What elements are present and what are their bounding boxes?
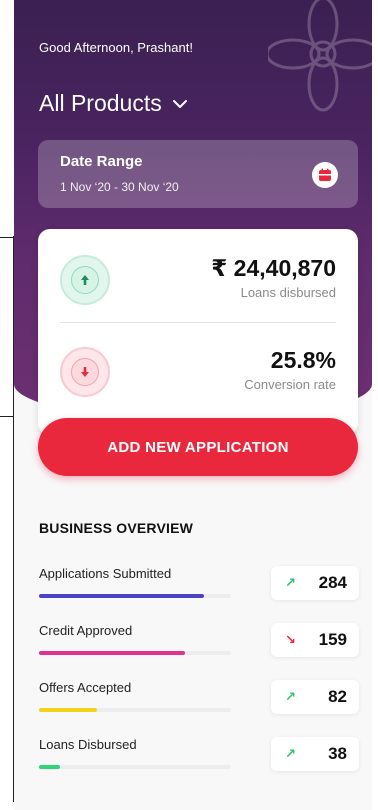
progress-track [39,651,231,655]
overview-row-applications-submitted[interactable]: Applications Submitted ↗ 284 [39,566,359,610]
overview-row-offers-accepted[interactable]: Offers Accepted ↗ 82 [39,680,359,724]
arrow-up-icon [81,275,89,285]
calendar-icon [319,168,331,181]
business-overview-title: BUSINESS OVERVIEW [39,520,194,536]
count-value: 82 [328,687,347,706]
overview-row-loans-disbursed[interactable]: Loans Disbursed ↗ 38 [39,737,359,781]
phone-screen: Good Afternoon, Prashant! All Products D… [14,0,372,810]
count-badge: ↘ 159 [271,623,359,657]
trend-arrow-icon: ↘ [285,632,296,647]
stat-conversion-rate: 25.8% Conversion rate [38,335,358,415]
overview-row-credit-approved[interactable]: Credit Approved ↘ 159 [39,623,359,667]
overview-item-name: Loans Disbursed [39,737,137,752]
overview-item-name: Offers Accepted [39,680,132,695]
date-range-value: 1 Nov ‘20 - 30 Nov ‘20 [60,180,179,194]
stat-value: ₹ 24,40,870 [211,255,336,281]
divider [60,322,336,323]
count-badge: ↗ 284 [271,566,359,600]
stat-loans-disbursed: ₹ 24,40,870 Loans disbursed [38,243,358,323]
progress-track [39,765,231,769]
progress-track [39,594,231,598]
greeting-text: Good Afternoon, Prashant! [39,40,193,55]
trend-arrow-icon: ↗ [285,689,296,704]
count-value: 159 [318,630,347,649]
progress-fill [39,765,61,769]
count-value: 284 [318,573,347,592]
stat-value: 25.8% [270,347,336,373]
count-value: 38 [328,744,347,763]
floral-pattern-icon [268,0,372,112]
count-badge: ↗ 82 [271,680,359,714]
trend-arrow-icon: ↗ [285,746,296,761]
calendar-button[interactable] [312,162,338,188]
date-range-card[interactable]: Date Range 1 Nov ‘20 - 30 Nov ‘20 [38,140,358,208]
progress-fill [39,708,97,712]
stat-label: Conversion rate [244,377,336,392]
trend-arrow-icon: ↗ [285,575,296,590]
overview-item-name: Applications Submitted [39,566,172,581]
stats-card: ₹ 24,40,870 Loans disbursed 25.8% Conver… [38,229,358,435]
chevron-down-icon [172,99,187,108]
count-badge: ↗ 38 [271,737,359,771]
trend-up-badge [60,255,110,305]
overview-item-name: Credit Approved [39,623,133,638]
progress-track [39,708,231,712]
arrow-down-icon [81,367,89,377]
add-new-application-button[interactable]: ADD NEW APPLICATION [38,418,358,476]
progress-fill [39,594,205,598]
product-selector[interactable]: All Products [39,90,188,117]
product-selector-label: All Products [39,90,162,116]
progress-fill [39,651,185,655]
stat-label: Loans disbursed [240,285,336,300]
trend-down-badge [60,347,110,397]
date-range-title: Date Range [60,153,143,170]
